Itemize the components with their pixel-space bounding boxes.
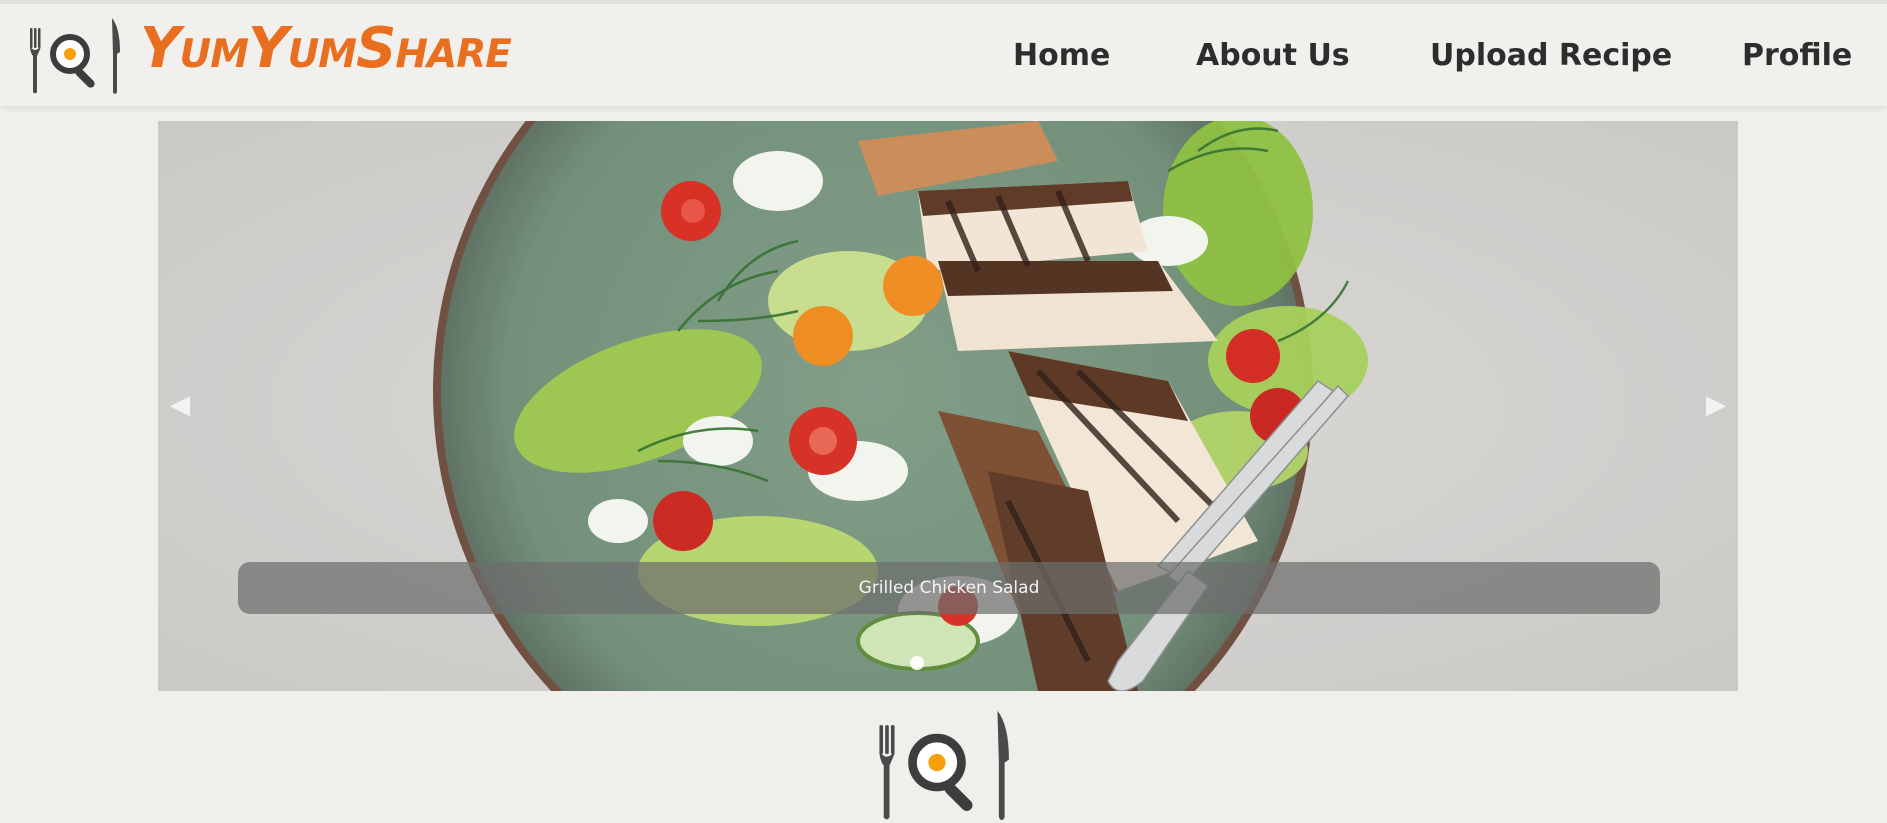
nav-home[interactable]: Home (1013, 38, 1110, 73)
slide-caption: Grilled Chicken Salad (238, 562, 1660, 614)
carousel-prev-button[interactable]: ◀ (160, 383, 200, 427)
nav-profile[interactable]: Profile (1742, 38, 1852, 73)
carousel-indicator-dot[interactable] (910, 656, 924, 670)
carousel-next-button[interactable]: ▶ (1696, 383, 1736, 427)
brand-name: YumYumShare (140, 16, 512, 81)
recipe-carousel[interactable]: ◀ ▶ Grilled Chicken Salad (158, 121, 1738, 691)
slide-caption-text: Grilled Chicken Salad (858, 578, 1040, 598)
nav-upload-recipe[interactable]: Upload Recipe (1430, 38, 1672, 73)
fork-magnifier-egg-knife-icon (30, 18, 120, 94)
brand-logo-link[interactable]: YumYumShare (28, 14, 548, 96)
fork-magnifier-egg-knife-icon (879, 710, 1009, 821)
chevron-right-icon: ▶ (1706, 390, 1726, 420)
site-header: YumYumShare Home About Us Upload Recipe … (0, 4, 1887, 106)
nav-about-us[interactable]: About Us (1196, 38, 1350, 73)
chevron-left-icon: ◀ (170, 390, 190, 420)
